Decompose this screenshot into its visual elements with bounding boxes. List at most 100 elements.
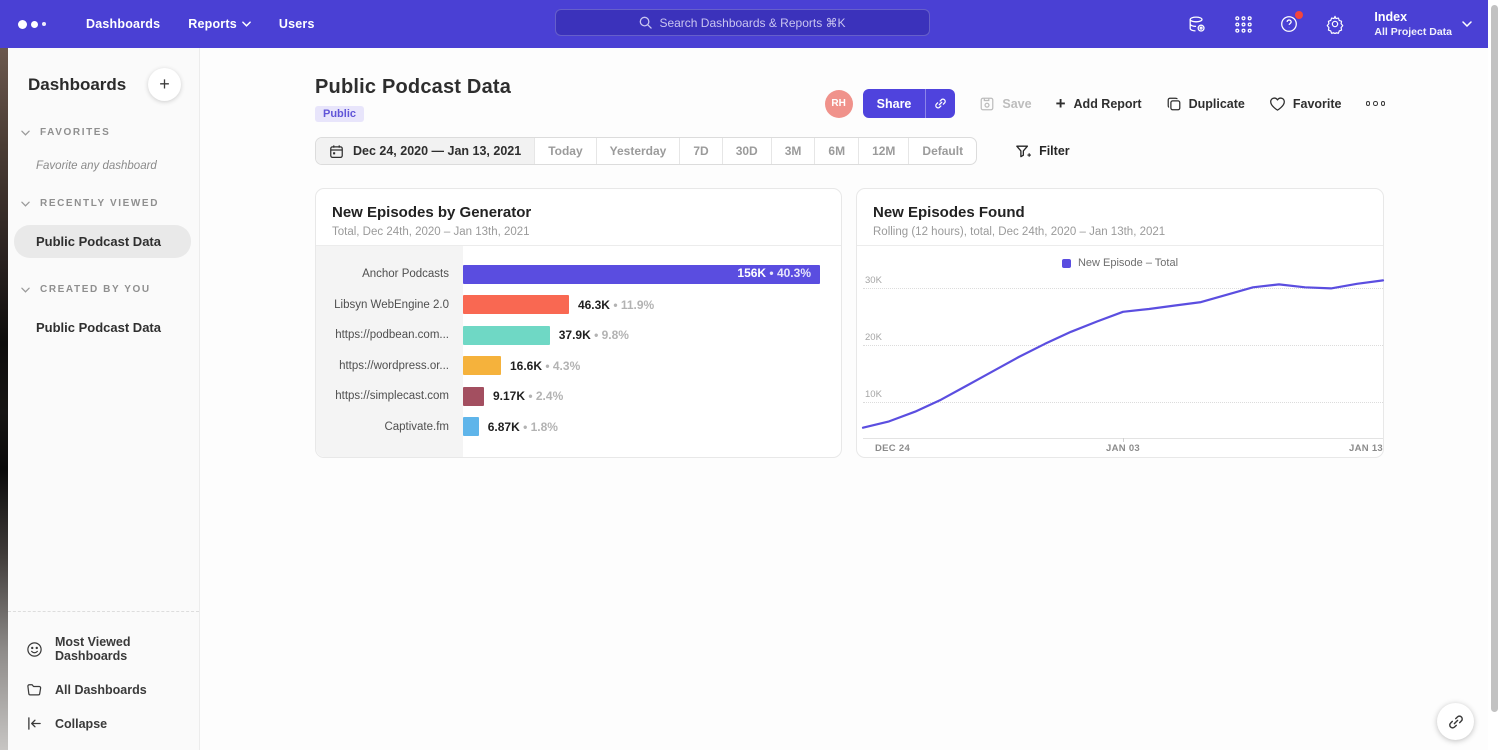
project-name: Index bbox=[1374, 10, 1452, 26]
date-preset-yesterday[interactable]: Yesterday bbox=[596, 138, 680, 164]
project-subtitle: All Project Data bbox=[1374, 26, 1452, 38]
top-navbar: Dashboards Reports Users Search Dashboar… bbox=[0, 0, 1500, 48]
legend-swatch bbox=[1062, 259, 1071, 268]
sidebar-item-public-podcast-data[interactable]: Public Podcast Data bbox=[14, 311, 191, 344]
chevron-down-icon bbox=[21, 201, 30, 207]
bar-row[interactable]: Captivate.fm6.87K • 1.8% bbox=[316, 412, 841, 443]
bar-value-label: 9.17K • 2.4% bbox=[493, 389, 563, 403]
link-icon bbox=[1447, 713, 1465, 731]
notification-dot bbox=[1295, 11, 1303, 19]
bar-row[interactable]: https://simplecast.com 9.17K • 2.4% bbox=[316, 381, 841, 412]
date-preset-30d[interactable]: 30D bbox=[722, 138, 771, 164]
bar[interactable] bbox=[463, 387, 484, 406]
save-label: Save bbox=[1002, 97, 1031, 111]
date-preset-3m[interactable]: 3M bbox=[771, 138, 815, 164]
date-preset-today[interactable]: Today bbox=[534, 138, 595, 164]
duplicate-label: Duplicate bbox=[1189, 97, 1245, 111]
favorite-label: Favorite bbox=[1293, 97, 1342, 111]
bar[interactable]: 156K • 40.3% bbox=[463, 265, 820, 284]
date-preset-6m[interactable]: 6M bbox=[814, 138, 858, 164]
nav-item-reports[interactable]: Reports bbox=[188, 17, 251, 31]
chart-title: New Episodes Found bbox=[873, 204, 1367, 221]
section-header-favorites[interactable]: FAVORITES bbox=[8, 127, 199, 138]
section-created-by-you: CREATED BY YOU Public Podcast Data bbox=[8, 284, 199, 344]
card-new-episodes-by-generator[interactable]: New Episodes by Generator Total, Dec 24t… bbox=[315, 188, 842, 458]
bar[interactable] bbox=[463, 295, 569, 314]
add-dashboard-button[interactable]: + bbox=[148, 68, 181, 101]
date-preset-12m[interactable]: 12M bbox=[858, 138, 908, 164]
smiley-icon bbox=[26, 641, 43, 658]
help-icon[interactable] bbox=[1278, 13, 1300, 35]
share-link-icon[interactable] bbox=[925, 89, 955, 118]
save-icon bbox=[979, 96, 995, 112]
duplicate-button[interactable]: Duplicate bbox=[1166, 96, 1245, 112]
bar-category-label: https://simplecast.com bbox=[316, 390, 463, 402]
duplicate-icon bbox=[1166, 96, 1182, 112]
date-range-picker[interactable]: Dec 24, 2020 — Jan 13, 2021 bbox=[316, 138, 534, 164]
collapse-sidebar-button[interactable]: Collapse bbox=[8, 707, 199, 740]
all-dashboards-button[interactable]: All Dashboards bbox=[8, 672, 199, 707]
date-preset-7d[interactable]: 7D bbox=[679, 138, 721, 164]
bar-value-label: 37.9K • 9.8% bbox=[559, 328, 629, 342]
calendar-icon bbox=[329, 144, 344, 159]
bar[interactable] bbox=[463, 417, 479, 436]
main-content: Public Podcast Data Public RH Share Save… bbox=[200, 48, 1488, 750]
bar-row[interactable]: Anchor Podcasts 156K • 40.3% bbox=[316, 259, 841, 290]
sidebar-item-public-podcast-data[interactable]: Public Podcast Data bbox=[14, 225, 191, 258]
global-search-input[interactable]: Search Dashboards & Reports ⌘K bbox=[555, 9, 930, 36]
save-button[interactable]: Save bbox=[979, 96, 1031, 112]
heart-icon bbox=[1269, 96, 1286, 112]
nav-item-dashboards[interactable]: Dashboards bbox=[86, 17, 160, 31]
date-toolbar: Dec 24, 2020 — Jan 13, 2021 TodayYesterd… bbox=[315, 137, 1070, 165]
bar-category-label: Captivate.fm bbox=[316, 421, 463, 433]
avatar[interactable]: RH bbox=[825, 90, 853, 118]
legend-label: New Episode – Total bbox=[1078, 257, 1178, 269]
settings-gear-icon[interactable] bbox=[1324, 13, 1346, 35]
search-icon bbox=[639, 16, 652, 29]
bar-row[interactable]: https://wordpress.or... 16.6K • 4.3% bbox=[316, 351, 841, 382]
bar-category-label: https://wordpress.or... bbox=[316, 360, 463, 372]
bar-row[interactable]: https://podbean.com... 37.9K • 9.8% bbox=[316, 320, 841, 351]
x-tick-mark bbox=[1123, 438, 1124, 442]
chevron-down-icon bbox=[21, 287, 30, 293]
x-axis bbox=[863, 438, 1383, 439]
mixpanel-logo-icon[interactable] bbox=[18, 20, 58, 29]
project-switcher[interactable]: Index All Project Data bbox=[1374, 10, 1472, 38]
bar-category-label: https://podbean.com... bbox=[316, 329, 463, 341]
nav-item-users[interactable]: Users bbox=[279, 17, 315, 31]
folder-icon bbox=[26, 681, 43, 698]
date-preset-default[interactable]: Default bbox=[908, 138, 976, 164]
data-management-icon[interactable] bbox=[1186, 13, 1208, 35]
page-scrollbar[interactable] bbox=[1488, 0, 1500, 750]
section-header-created-by-you[interactable]: CREATED BY YOU bbox=[8, 284, 199, 295]
apps-grid-icon[interactable] bbox=[1232, 13, 1254, 35]
bar-value-label: 16.6K • 4.3% bbox=[510, 359, 580, 373]
most-viewed-dashboards-button[interactable]: Most Viewed Dashboards bbox=[8, 626, 199, 672]
card-new-episodes-found[interactable]: New Episodes Found Rolling (12 hours), t… bbox=[856, 188, 1384, 458]
floating-link-button[interactable] bbox=[1437, 703, 1474, 740]
filter-button[interactable]: Filter bbox=[1015, 144, 1070, 159]
page-title: Public Podcast Data bbox=[315, 76, 511, 99]
footer-label: Most Viewed Dashboards bbox=[55, 635, 199, 663]
more-options-button[interactable] bbox=[1366, 97, 1386, 110]
section-label: FAVORITES bbox=[40, 127, 110, 138]
bar[interactable] bbox=[463, 326, 550, 345]
x-axis-labels: DEC 24JAN 03JAN 13 bbox=[863, 443, 1383, 457]
footer-label: Collapse bbox=[55, 717, 107, 731]
section-header-recently-viewed[interactable]: RECENTLY VIEWED bbox=[8, 198, 199, 209]
primary-nav: Dashboards Reports Users bbox=[58, 17, 315, 31]
favorite-button[interactable]: Favorite bbox=[1269, 96, 1342, 112]
share-button[interactable]: Share bbox=[863, 89, 956, 118]
bar-category-label: Anchor Podcasts bbox=[316, 268, 463, 280]
bar[interactable] bbox=[463, 356, 501, 375]
sidebar-footer: Most Viewed Dashboards All Dashboards Co… bbox=[8, 611, 199, 750]
bar-row[interactable]: Libsyn WebEngine 2.046.3K • 11.9% bbox=[316, 290, 841, 321]
scrollbar-thumb[interactable] bbox=[1491, 5, 1498, 712]
bar-value-label: 156K • 40.3% bbox=[737, 266, 811, 280]
chart-legend: New Episode – Total bbox=[857, 257, 1383, 269]
line-series-new-episode-total[interactable] bbox=[863, 269, 1383, 438]
x-tick-label: JAN 03 bbox=[1106, 443, 1140, 454]
collapse-arrow-icon bbox=[26, 716, 43, 731]
line-chart-plot: 10K20K30K bbox=[863, 269, 1383, 438]
add-report-button[interactable]: + Add Report bbox=[1056, 95, 1142, 112]
